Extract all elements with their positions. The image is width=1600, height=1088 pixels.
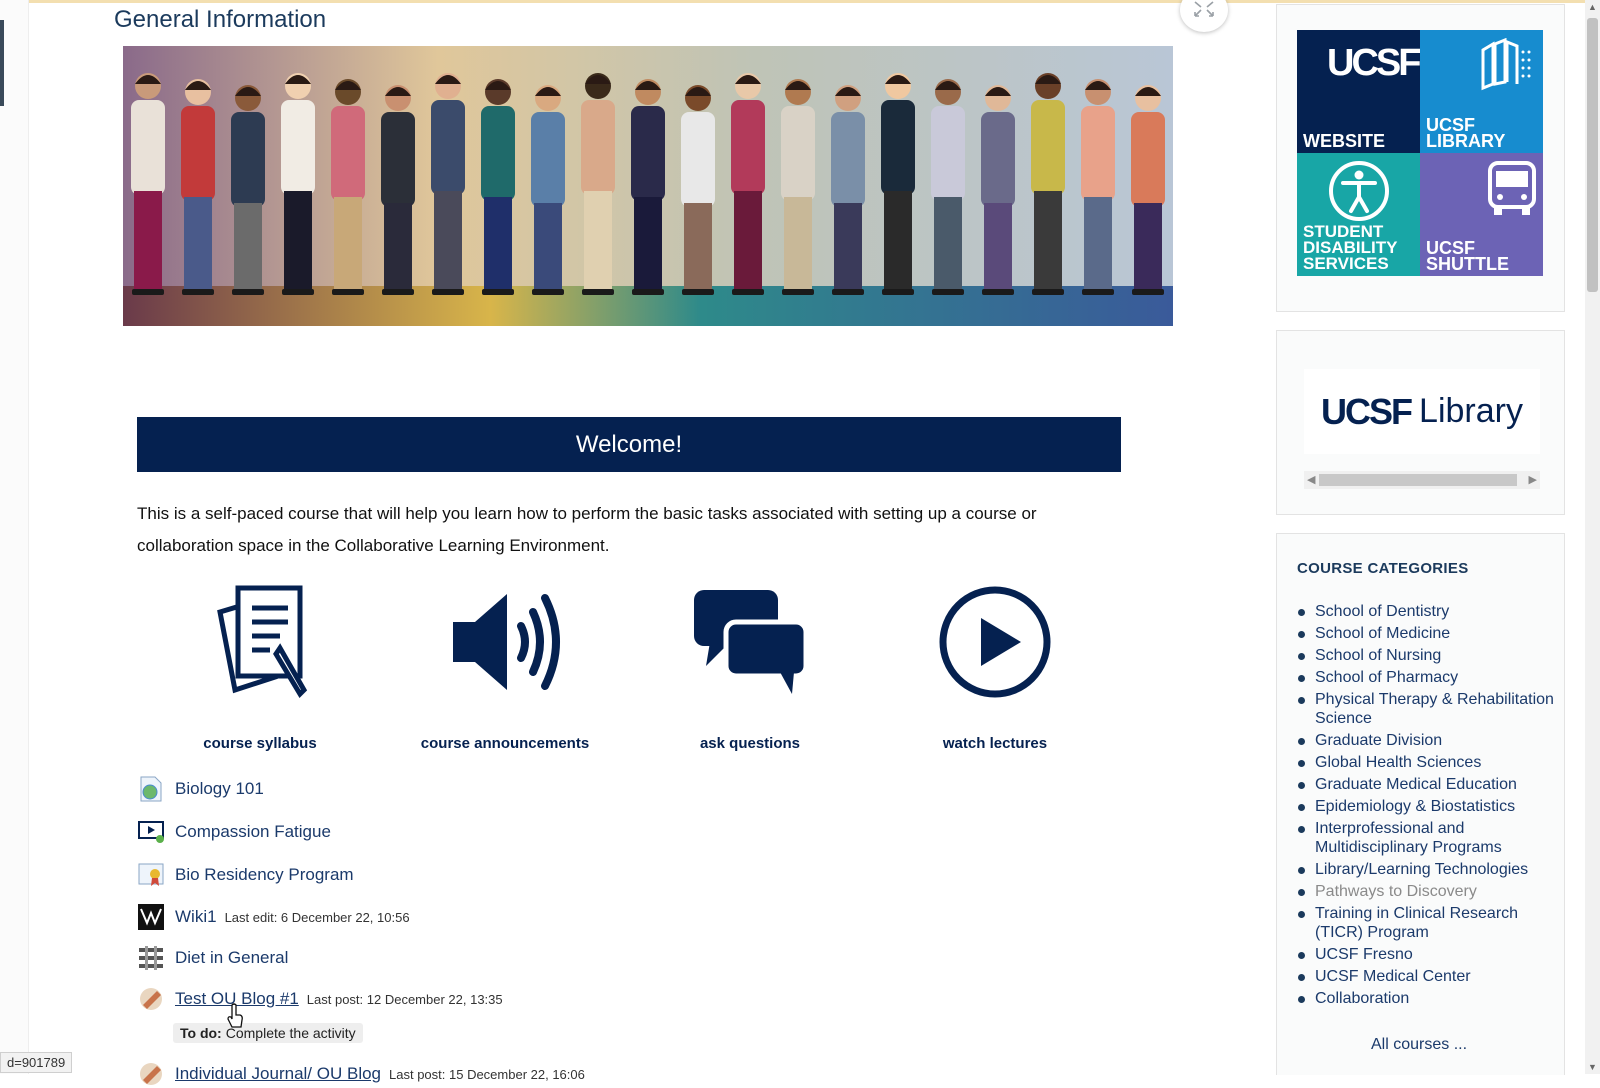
course-intro-text: This is a self-paced course that will he… — [137, 504, 1037, 555]
feature-watch-lectures[interactable]: watch lectures — [895, 582, 1095, 752]
left-drawer-marker[interactable] — [0, 20, 4, 106]
activity-item[interactable]: Bio Residency Program — [137, 861, 354, 889]
feature-course-announcements[interactable]: course announcements — [405, 582, 605, 752]
tile-ucsf-website[interactable]: UCSF WEBSITE — [1297, 30, 1420, 153]
todo-badge: To do: Complete the activity — [173, 1023, 363, 1043]
category-item[interactable]: Physical Therapy & Rehabilitation Scienc… — [1297, 690, 1555, 728]
scroll-left-icon[interactable]: ◀ — [1307, 473, 1315, 486]
tile-ucsf-shuttle[interactable]: UCSF SHUTTLE — [1420, 153, 1543, 276]
certificate-icon — [138, 863, 164, 886]
category-item[interactable]: Pathways to Discovery — [1297, 882, 1555, 901]
accessibility-icon — [1329, 161, 1389, 221]
blog-icon — [140, 1063, 162, 1085]
tile-student-disability-services[interactable]: STUDENT DISABILITY SERVICES — [1297, 153, 1420, 276]
feature-label[interactable]: watch lectures — [895, 735, 1095, 752]
status-url-chip: d=901789 — [0, 1052, 73, 1073]
library-icon — [1481, 38, 1531, 91]
database-icon — [139, 946, 163, 970]
category-item[interactable]: UCSF Medical Center — [1297, 967, 1555, 986]
tile-label: WEBSITE — [1303, 131, 1386, 151]
activity-item[interactable]: Compassion Fatigue — [137, 818, 331, 846]
activity-meta: Last edit: 6 December 22, 10:56 — [224, 909, 410, 925]
category-item[interactable]: Library/Learning Technologies — [1297, 860, 1555, 879]
logo-library-text: Library — [1419, 392, 1523, 430]
feature-label[interactable]: course syllabus — [160, 735, 360, 752]
welcome-banner: Welcome! — [137, 417, 1121, 472]
category-item[interactable]: School of Pharmacy — [1297, 668, 1555, 687]
category-item[interactable]: School of Dentistry — [1297, 602, 1555, 621]
category-item[interactable]: Interprofessional and Multidisciplinary … — [1297, 819, 1555, 857]
category-item[interactable]: Graduate Medical Education — [1297, 775, 1555, 794]
category-item[interactable]: Epidemiology & Biostatistics — [1297, 797, 1555, 816]
logo-ucsf-text: UCSF — [1321, 390, 1413, 432]
activity-item[interactable]: Biology 101 — [137, 775, 264, 803]
course-banner-image — [123, 46, 1173, 326]
tile-logo: UCSF — [1327, 42, 1420, 84]
activity-meta: Last post: 15 December 22, 16:06 — [389, 1066, 585, 1082]
category-item[interactable]: School of Nursing — [1297, 646, 1555, 665]
top-accent-bar — [0, 0, 1600, 3]
tile-label: STUDENT DISABILITY SERVICES — [1303, 222, 1398, 273]
scroll-up-icon[interactable]: ▲ — [1588, 2, 1597, 12]
all-courses-link[interactable]: All courses ... — [1371, 1036, 1467, 1054]
quick-links-block: UCSF WEBSITE UCSF LIBRARY STUDENT DISABI… — [1276, 4, 1565, 312]
activity-link[interactable]: Bio Residency Program — [175, 865, 354, 885]
categories-heading: COURSE CATEGORIES — [1297, 560, 1469, 577]
library-logo-block: UCSF Library ◀ ▶ — [1276, 330, 1565, 515]
category-item[interactable]: School of Medicine — [1297, 624, 1555, 643]
tile-ucsf-library[interactable]: UCSF LIBRARY — [1420, 30, 1543, 153]
categories-list: School of Dentistry School of Medicine S… — [1297, 602, 1555, 1011]
ucsf-library-logo[interactable]: UCSF Library — [1304, 369, 1540, 454]
feature-course-syllabus[interactable]: course syllabus — [160, 582, 360, 752]
section-title: General Information — [114, 6, 327, 33]
play-circle-icon — [939, 586, 1051, 698]
category-item[interactable]: Collaboration — [1297, 989, 1555, 1008]
feature-label[interactable]: course announcements — [405, 735, 605, 752]
activity-item[interactable]: Individual Journal/ OU Blog Last post: 1… — [137, 1060, 585, 1088]
feature-ask-questions[interactable]: ask questions — [650, 582, 850, 752]
blog-icon — [140, 988, 162, 1010]
course-categories-block: COURSE CATEGORIES School of Dentistry Sc… — [1276, 533, 1565, 1075]
hand-cursor-icon — [227, 1003, 243, 1028]
category-item[interactable]: Training in Clinical Research (TICR) Pro… — [1297, 904, 1555, 942]
category-item[interactable]: Global Health Sciences — [1297, 753, 1555, 772]
activity-item[interactable]: Test OU Blog #1 Last post: 12 December 2… — [137, 985, 503, 1013]
scrollbar-thumb[interactable] — [1587, 18, 1598, 292]
scroll-down-icon[interactable]: ▼ — [1588, 1062, 1597, 1072]
chat-bubbles-icon — [694, 590, 809, 694]
left-drawer-edge — [0, 0, 29, 1074]
category-item[interactable]: UCSF Fresno — [1297, 945, 1555, 964]
feature-label[interactable]: ask questions — [650, 735, 850, 752]
activity-link[interactable]: Individual Journal/ OU Blog — [175, 1064, 381, 1084]
document-pen-icon — [217, 585, 308, 699]
activity-item[interactable]: Diet in General — [137, 944, 288, 972]
activity-link[interactable]: Wiki1 — [175, 907, 217, 927]
activity-link[interactable]: Diet in General — [175, 948, 288, 968]
scrollbar-thumb[interactable] — [1319, 474, 1517, 486]
speaker-icon — [453, 594, 560, 690]
tile-label: UCSF SHUTTLE — [1426, 238, 1509, 274]
activity-link[interactable]: Biology 101 — [175, 779, 264, 799]
todo-label: To do: — [180, 1025, 222, 1041]
page-scrollbar[interactable]: ▲ ▼ — [1585, 0, 1600, 1074]
bus-icon — [1488, 161, 1536, 215]
quick-links-grid: UCSF WEBSITE UCSF LIBRARY STUDENT DISABI… — [1297, 30, 1543, 276]
scroll-right-icon[interactable]: ▶ — [1529, 473, 1537, 486]
activity-meta: Last post: 12 December 22, 13:35 — [306, 991, 503, 1007]
page-globe-icon — [140, 776, 162, 802]
expand-icon[interactable] — [1180, 0, 1228, 32]
activity-link[interactable]: Compassion Fatigue — [175, 822, 331, 842]
activity-item[interactable]: Wiki1 Last edit: 6 December 22, 10:56 — [137, 903, 410, 931]
wiki-icon — [138, 904, 164, 930]
category-item[interactable]: Graduate Division — [1297, 731, 1555, 750]
video-icon — [138, 821, 164, 843]
tile-label: UCSF LIBRARY — [1426, 115, 1506, 151]
horizontal-scrollbar[interactable]: ◀ ▶ — [1304, 471, 1540, 489]
